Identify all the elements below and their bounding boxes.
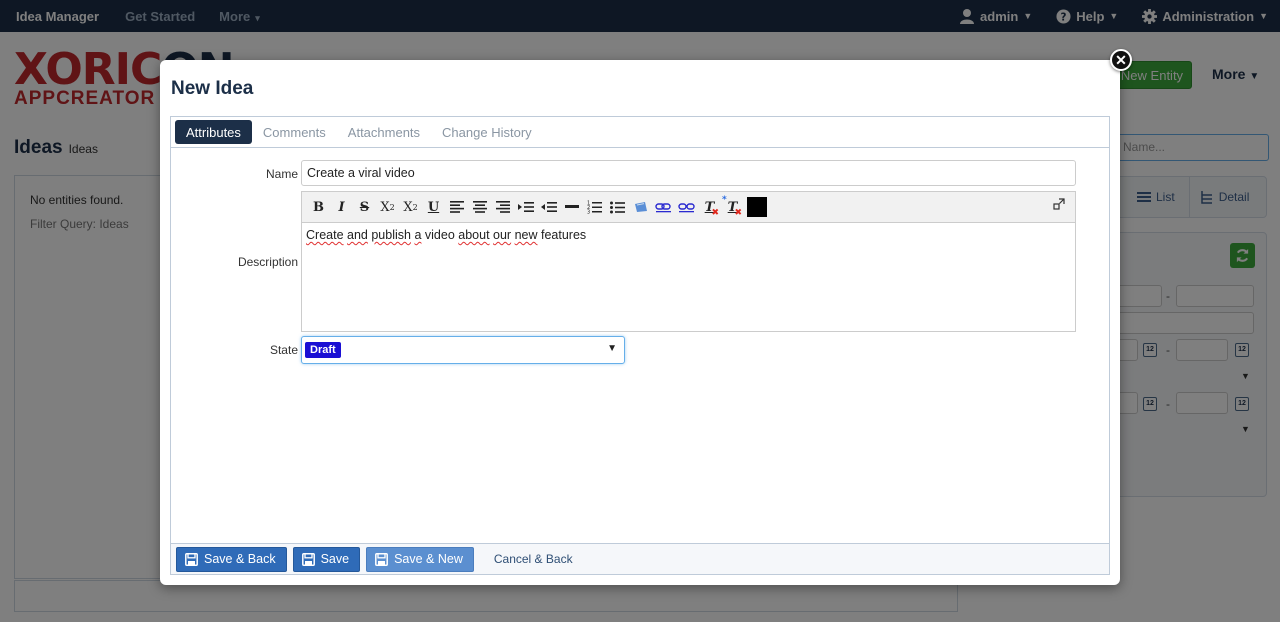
underline-button[interactable]: U [422,195,445,219]
maximize-editor-button[interactable] [1053,198,1065,213]
remove-link-button[interactable] [675,195,698,219]
desc-word: publish [371,228,411,242]
svg-text:3: 3 [587,210,590,215]
desc-word: about [458,228,490,242]
floppy-disk-icon [185,552,198,566]
tab-attachments[interactable]: Attachments [337,120,431,144]
dialog-body: Attributes Comments Attachments Change H… [170,116,1110,575]
image-button[interactable] [629,195,652,219]
desc-text: video [421,228,459,242]
description-editor: B I S X2 X2 U 123 T ✖ T * ✖ Create and p… [301,191,1076,332]
subscript-index: 2 [389,202,395,212]
align-center-icon [472,201,487,213]
save-button[interactable]: Save [292,546,361,572]
cancel-and-back-link[interactable]: Cancel & Back [494,552,573,566]
save-and-new-button[interactable]: Save & New [366,546,474,572]
dialog-title: New Idea [171,78,254,99]
description-label: Description [237,255,298,269]
horizontal-rule-button[interactable] [560,195,583,219]
close-icon[interactable]: ✕ [1110,49,1132,71]
editor-toolbar: B I S X2 X2 U 123 T ✖ T * ✖ [302,192,1075,223]
floppy-disk-icon [301,552,315,566]
maximize-icon [1053,198,1065,210]
align-left-button[interactable] [445,195,468,219]
save-and-back-button[interactable]: Save & Back [176,546,287,572]
name-label: Name [265,167,298,181]
subscript-button[interactable]: X2 [376,195,399,219]
unlink-icon [678,203,695,213]
floppy-disk-icon [375,552,389,566]
state-select[interactable]: Draft ▼ [301,336,625,364]
underline-glyph: U [427,199,440,215]
image-icon [634,202,647,212]
italic-button[interactable]: I [330,195,353,219]
insert-link-button[interactable] [652,195,675,219]
outdent-button[interactable] [537,195,560,219]
subscript-base: X [380,199,390,215]
new-idea-dialog: New Idea Attributes Comments Attachments… [160,60,1120,585]
align-left-icon [449,201,464,213]
strikethrough-button[interactable]: S [353,195,376,219]
ordered-list-icon: 123 [587,201,602,215]
superscript-button[interactable]: X2 [399,195,422,219]
save-and-new-label: Save & New [394,552,463,566]
save-label: Save [320,552,350,566]
bullet-list-button[interactable] [606,195,629,219]
font-color-swatch[interactable] [747,197,767,217]
red-x-icon: ✖ [734,208,742,218]
desc-word: Create [306,228,344,242]
state-badge: Draft [305,342,341,358]
dialog-footer: Save & Back Save Save & New Cancel & Bac… [171,543,1109,574]
link-icon [655,203,671,213]
bold-button[interactable]: B [307,195,330,219]
superscript-index: 2 [412,202,418,212]
align-center-button[interactable] [468,195,491,219]
desc-word: new [514,228,538,242]
select-arrow-icon: ▼ [607,343,617,354]
clear-styles-button[interactable]: T * ✖ [721,195,744,219]
align-right-button[interactable] [491,195,514,219]
horizontal-rule-icon [564,205,579,208]
state-label: State [269,343,298,357]
desc-word: and [347,228,368,242]
red-x-icon: ✖ [711,208,719,218]
superscript-base: X [403,199,413,215]
indent-icon [517,202,534,212]
indent-button[interactable] [514,195,537,219]
blue-star-icon: * [722,195,727,205]
outdent-icon [540,202,557,212]
strike-glyph: S [359,199,370,215]
save-and-back-label: Save & Back [204,552,276,566]
dialog-tabs: Attributes Comments Attachments Change H… [171,117,1109,148]
desc-text: features [537,228,587,242]
tab-change-history[interactable]: Change History [431,120,543,144]
bullet-list-icon [610,201,625,213]
clear-formatting-button[interactable]: T ✖ [698,195,721,219]
name-input[interactable] [301,160,1076,186]
description-content[interactable]: Create and publish a video about our new… [302,223,1075,247]
ordered-list-button[interactable]: 123 [583,195,606,219]
desc-word: our [493,228,512,242]
align-right-icon [495,201,510,213]
